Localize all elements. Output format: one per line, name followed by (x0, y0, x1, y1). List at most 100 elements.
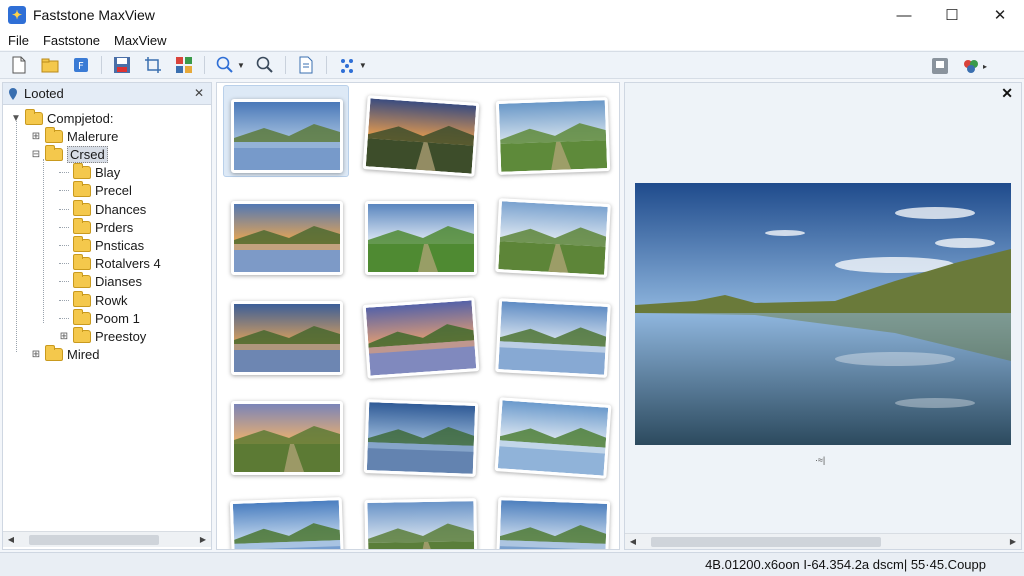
location-pin-icon (9, 87, 17, 100)
tree-item-label: Mired (67, 347, 100, 363)
scroll-left-icon[interactable]: ◀ (3, 535, 19, 544)
folder-panel-title: Looted (24, 86, 64, 101)
preview-scroll-left-icon[interactable]: ◀ (625, 537, 641, 546)
tree-expander-icon[interactable]: ⊞ (31, 349, 41, 360)
tree-item-label: Prders (95, 219, 134, 235)
thumbnail-photo (234, 102, 340, 170)
folder-icon (73, 235, 91, 252)
folder-panel-close-icon[interactable]: ✕ (194, 86, 204, 100)
tree-item[interactable]: Blay (59, 163, 120, 182)
preview-scroll-thumb[interactable] (651, 536, 881, 547)
save-icon[interactable] (111, 54, 133, 76)
thumbnail-photo (498, 301, 608, 375)
thumbnail[interactable] (495, 497, 611, 549)
scroll-right-icon[interactable]: ▶ (195, 535, 211, 544)
tree-item-label: Dhances (95, 201, 147, 217)
folder-panel-scrollbar[interactable]: ◀ ▶ (3, 531, 211, 547)
thumbnail-photo (367, 501, 475, 549)
thumbnail[interactable] (364, 498, 478, 549)
thumbnail[interactable] (231, 301, 343, 375)
tree-expander-icon[interactable]: ⊞ (31, 131, 41, 142)
tree-item-label: Dianses (95, 274, 142, 290)
grid-icon[interactable] (173, 54, 195, 76)
folder-icon (73, 163, 91, 180)
zoom-in-icon[interactable] (214, 54, 236, 76)
tree-item-label: Rowk (95, 292, 128, 308)
menu-maxview[interactable]: MaxView (114, 33, 167, 48)
print-icon[interactable] (929, 55, 951, 77)
close-button[interactable]: ✕ (976, 0, 1024, 30)
tree-item[interactable]: Pnsticas (59, 235, 144, 254)
crop-icon[interactable] (142, 54, 164, 76)
thumbnail[interactable] (494, 397, 612, 479)
preview-image[interactable] (635, 183, 1011, 445)
folder-icon (73, 272, 91, 289)
tree-item[interactable]: Rowk (59, 290, 128, 309)
thumbnail[interactable] (495, 97, 611, 175)
thumbnail[interactable] (365, 201, 477, 275)
tree-item[interactable]: Prders (59, 217, 134, 236)
tree-spacer (59, 244, 69, 246)
folder-icon (73, 217, 91, 234)
folder-icon (25, 108, 43, 125)
menu-bar: File Faststone MaxView (0, 30, 1024, 50)
tree-item[interactable]: Precel (59, 181, 132, 200)
thumbnail-photo (234, 304, 340, 372)
folder-icon (45, 126, 63, 143)
tree-item[interactable]: Dianses (59, 272, 142, 291)
thumbnail[interactable] (231, 99, 343, 173)
color-dropdown-icon[interactable]: ▸ (983, 62, 987, 71)
bookmark-icon[interactable]: F (70, 54, 92, 76)
thumbnail-photo (365, 300, 477, 376)
effects-icon[interactable] (336, 54, 358, 76)
tree-item-label: Preestoy (95, 328, 147, 344)
tree-item-label: Precel (95, 183, 132, 199)
folder-icon (45, 144, 63, 161)
preview-scrollbar[interactable]: ◀ ▶ (625, 533, 1021, 549)
svg-text:F: F (78, 61, 84, 72)
effects-dropdown-icon[interactable]: ▼ (359, 61, 367, 70)
thumbnail[interactable] (362, 297, 480, 379)
tree-item[interactable]: Dhances (59, 199, 147, 218)
tree-item[interactable]: Rotalvers 4 (59, 254, 161, 273)
folder-icon (73, 326, 91, 343)
scroll-thumb[interactable] (29, 534, 159, 545)
tree-item[interactable]: ⊞ Preestoy (59, 326, 147, 345)
preview-close-icon[interactable]: ✕ (1001, 85, 1013, 102)
folder-icon (73, 254, 91, 271)
search-icon[interactable] (254, 54, 276, 76)
tree-expander-icon[interactable]: ⊟ (31, 149, 41, 160)
tree-spacer (59, 281, 69, 283)
page-icon[interactable] (295, 54, 317, 76)
open-folder-icon[interactable] (39, 54, 61, 76)
thumbnail[interactable] (231, 201, 343, 275)
new-file-icon[interactable] (8, 54, 30, 76)
maximize-button[interactable]: ☐ (928, 0, 976, 30)
minimize-button[interactable]: — (880, 0, 928, 30)
thumbnail[interactable] (362, 95, 480, 177)
window-title: Faststone MaxView (33, 7, 155, 23)
tree-item[interactable]: ⊞ Mired (31, 345, 100, 364)
tree-item[interactable]: ▼ Compjetod: (11, 108, 113, 127)
thumbnail[interactable] (229, 497, 345, 549)
toolbar: F ▼ ▼ ▸ (0, 51, 1024, 79)
thumbnail[interactable] (363, 399, 479, 477)
thumbnail[interactable] (495, 298, 611, 378)
menu-file[interactable]: File (8, 33, 29, 48)
preview-scroll-right-icon[interactable]: ▶ (1005, 537, 1021, 546)
tree-item[interactable]: ⊞ Malerure (31, 126, 118, 145)
folder-icon (73, 308, 91, 325)
color-wheel-icon[interactable] (960, 55, 982, 77)
thumbnail-photo (497, 400, 609, 476)
tree-item[interactable]: Poom 1 (59, 308, 140, 327)
status-text: 4B.01200.x6oon I-64.354.2a dscm| 55·45.C… (705, 557, 986, 572)
thumbnail-panel (216, 82, 620, 550)
tree-expander-icon[interactable]: ⊞ (59, 331, 69, 342)
thumbnail[interactable] (231, 401, 343, 475)
tree-spacer (59, 317, 69, 319)
thumbnail[interactable] (495, 198, 611, 278)
zoom-dropdown-icon[interactable]: ▼ (237, 61, 245, 70)
folder-panel-header: Looted ✕ (3, 83, 211, 105)
status-bar: 4B.01200.x6oon I-64.354.2a dscm| 55·45.C… (0, 552, 1024, 576)
menu-faststone[interactable]: Faststone (43, 33, 100, 48)
